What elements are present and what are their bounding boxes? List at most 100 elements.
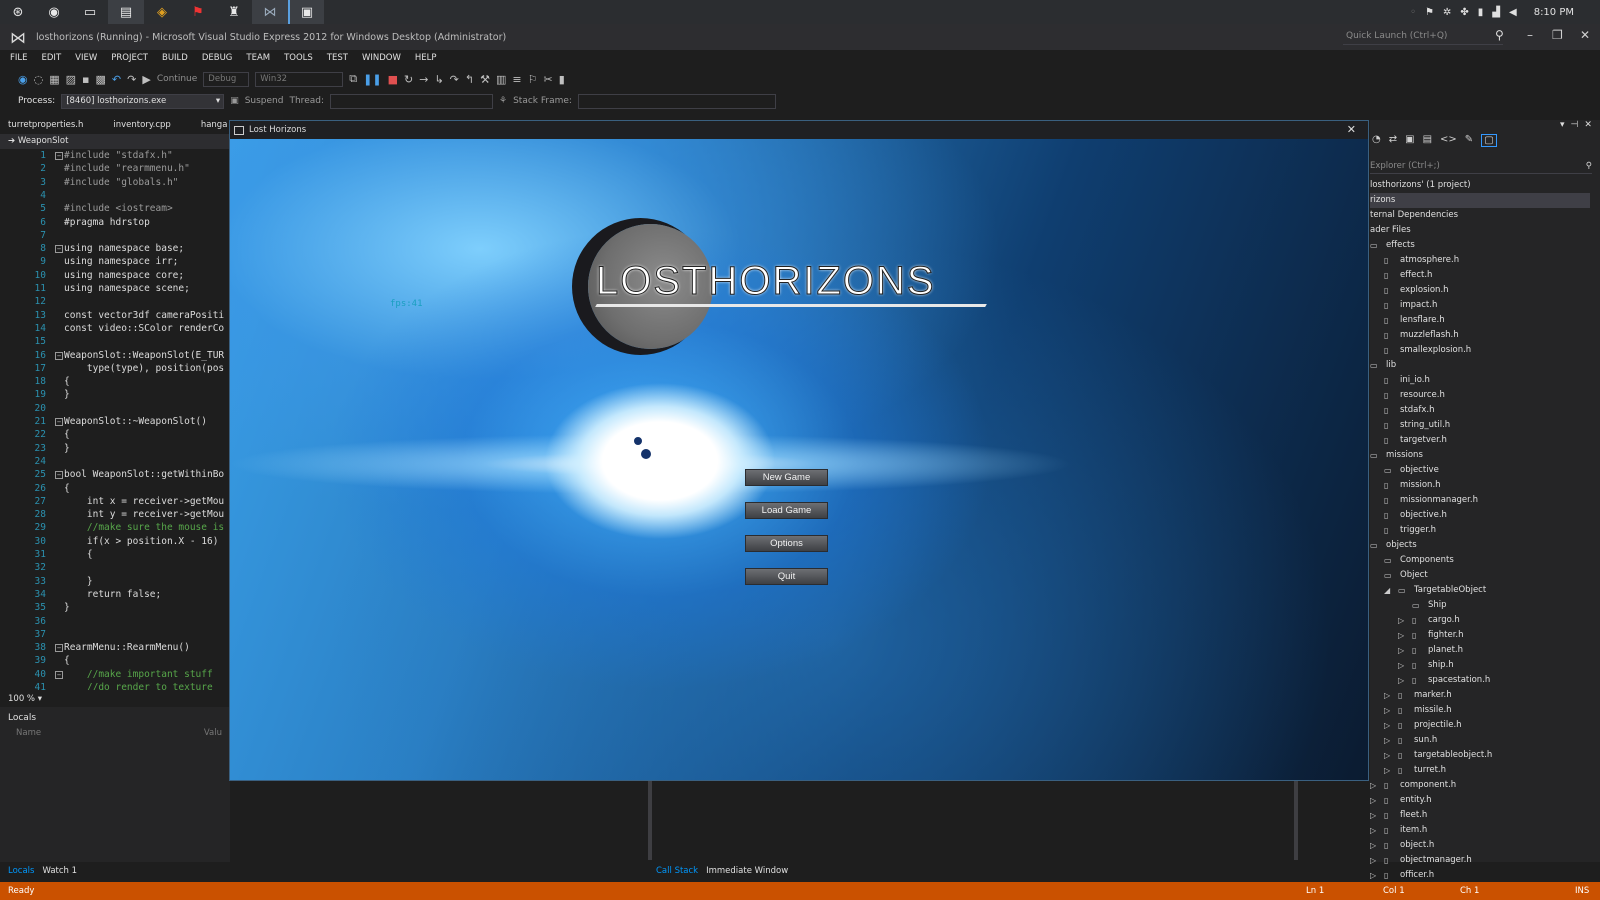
tree-item[interactable]: ▭ effects: [1370, 238, 1590, 253]
game-window-titlebar[interactable]: Lost Horizons ✕: [230, 121, 1368, 139]
threads-icon[interactable]: ▥: [496, 73, 506, 86]
code-line[interactable]: #pragma hdrstop: [64, 217, 150, 228]
preview-icon[interactable]: ▢: [1481, 134, 1497, 147]
tree-item[interactable]: ▷ ▯ marker.h: [1370, 688, 1590, 703]
code-line[interactable]: using namespace scene;: [64, 283, 190, 294]
tree-item[interactable]: ▷ ▯ fleet.h: [1370, 808, 1590, 823]
code-line[interactable]: #include "stdafx.h": [64, 150, 173, 161]
tree-item[interactable]: ▷ ▯ ship.h: [1370, 658, 1590, 673]
close-icon[interactable]: ✕: [1347, 123, 1356, 136]
collapsed-arrow-icon[interactable]: ▷: [1384, 748, 1390, 763]
restore-icon[interactable]: ❐: [1552, 28, 1563, 42]
sync-icon[interactable]: ◔: [1372, 134, 1381, 147]
code-line[interactable]: using namespace base;: [64, 243, 184, 254]
code-line[interactable]: const video::SColor renderCo: [64, 323, 224, 334]
fold-toggle-icon[interactable]: −: [55, 152, 63, 160]
process-dropdown[interactable]: [8460] losthorizons.exe ▾: [61, 93, 225, 109]
collapsed-arrow-icon[interactable]: ▷: [1384, 718, 1390, 733]
save-all-icon[interactable]: ▩: [96, 73, 106, 86]
tree-item[interactable]: ▯ stdafx.h: [1370, 403, 1590, 418]
code-line[interactable]: WeaponSlot::WeaponSlot(E_TUR: [64, 350, 224, 361]
quick-launch-input[interactable]: Quick Launch (Ctrl+Q): [1343, 28, 1503, 45]
game-canvas[interactable]: LOSTHORIZONS fps:41 New Game Load Game O…: [230, 139, 1368, 780]
tree-item[interactable]: ▭ objects: [1370, 538, 1590, 553]
collapsed-arrow-icon[interactable]: ▷: [1398, 673, 1404, 688]
step-icon[interactable]: →: [419, 73, 428, 86]
volume-icon[interactable]: ◀: [1509, 7, 1517, 18]
code-line[interactable]: }: [64, 389, 70, 400]
collapse-icon[interactable]: ▣: [1405, 134, 1414, 147]
menu-window[interactable]: WINDOW: [362, 51, 401, 66]
collapsed-arrow-icon[interactable]: ▷: [1370, 868, 1376, 883]
tree-item[interactable]: ▯ muzzleflash.h: [1370, 328, 1590, 343]
redo-icon[interactable]: ↷: [127, 73, 136, 86]
signal-icon[interactable]: ▟: [1492, 7, 1500, 18]
menu-tools[interactable]: TOOLS: [284, 51, 313, 66]
tree-item[interactable]: losthorizons' (1 project): [1370, 178, 1590, 193]
tree-item[interactable]: ▷ ▯ component.h: [1370, 778, 1590, 793]
tree-item[interactable]: ▭ Object: [1370, 568, 1590, 583]
back-icon[interactable]: ◉: [18, 73, 28, 86]
battery-icon[interactable]: ▮: [1478, 7, 1484, 18]
tree-item[interactable]: ▭ lib: [1370, 358, 1590, 373]
tree-item[interactable]: ▷ ▯ sun.h: [1370, 733, 1590, 748]
code-line[interactable]: int x = receiver->getMou: [64, 496, 224, 507]
clock[interactable]: 8:10 PM: [1534, 7, 1574, 18]
tree-item[interactable]: ▷ ▯ fighter.h: [1370, 628, 1590, 643]
load-game-button[interactable]: Load Game: [745, 502, 828, 519]
code-line[interactable]: #include "rearmmenu.h": [64, 163, 190, 174]
collapsed-arrow-icon[interactable]: ▷: [1398, 658, 1404, 673]
hex-icon[interactable]: ⚒: [480, 73, 490, 86]
collapsed-arrow-icon[interactable]: ▷: [1398, 628, 1404, 643]
tree-item[interactable]: ▷ ▯ spacestation.h: [1370, 673, 1590, 688]
tree-item[interactable]: ▷ ▯ item.h: [1370, 823, 1590, 838]
menu-view[interactable]: VIEW: [75, 51, 97, 66]
bookmark-icon[interactable]: ⚐: [528, 73, 538, 86]
tree-item[interactable]: ▯ missionmanager.h: [1370, 493, 1590, 508]
tree-item[interactable]: ▯ trigger.h: [1370, 523, 1590, 538]
forward-icon[interactable]: ◌: [34, 73, 44, 86]
code-line[interactable]: {: [64, 429, 70, 440]
dropdown-icon[interactable]: ▾: [1560, 120, 1565, 130]
menu-help[interactable]: HELP: [415, 51, 437, 66]
collapsed-arrow-icon[interactable]: ▷: [1370, 853, 1376, 868]
code-line[interactable]: //make important stuff: [64, 669, 213, 680]
collapsed-arrow-icon[interactable]: ▷: [1370, 808, 1376, 823]
tab-call-stack[interactable]: Call Stack: [656, 864, 698, 878]
tab-immediate-window[interactable]: Immediate Window: [706, 864, 788, 878]
value-column-header[interactable]: Valu: [204, 728, 222, 738]
code-line[interactable]: using namespace irr;: [64, 256, 178, 267]
fold-toggle-icon[interactable]: −: [55, 644, 63, 653]
options-button[interactable]: Options: [745, 535, 828, 552]
code-editor[interactable]: 1− #include "stdafx.h" 2 #include "rearmmen…: [0, 150, 230, 690]
code-line[interactable]: int y = receiver->getMou: [64, 509, 224, 520]
solution-search-input[interactable]: Explorer (Ctrl+;) ⚲: [1370, 158, 1592, 174]
tree-item[interactable]: ◢ ▭ TargetableObject: [1370, 583, 1590, 598]
properties-icon[interactable]: ✎: [1465, 134, 1473, 147]
comment-icon[interactable]: ≡: [512, 73, 521, 86]
menu-team[interactable]: TEAM: [246, 51, 270, 66]
code-line[interactable]: RearmMenu::RearmMenu(): [64, 642, 190, 653]
name-column-header[interactable]: Name: [16, 728, 41, 738]
open-icon[interactable]: ▨: [66, 73, 76, 86]
filter-icon[interactable]: ⚘: [499, 96, 507, 106]
explorer-icon[interactable]: ▭: [72, 0, 108, 24]
restart-icon[interactable]: ↻: [404, 73, 413, 86]
save-icon[interactable]: ▪: [82, 73, 89, 86]
pause-icon[interactable]: ❚❚: [363, 73, 381, 86]
fold-toggle-icon[interactable]: −: [55, 418, 63, 426]
tree-item[interactable]: ▯ string_util.h: [1370, 418, 1590, 433]
step-over-icon[interactable]: ↷: [450, 73, 459, 86]
show-files-icon[interactable]: ▤: [1423, 134, 1432, 147]
tree-item[interactable]: ▯ objective.h: [1370, 508, 1590, 523]
quit-button[interactable]: Quit: [745, 568, 828, 585]
code-line[interactable]: bool WeaponSlot::getWithinBo: [64, 469, 224, 480]
step-out-icon[interactable]: ↰: [465, 73, 474, 86]
game-window-icon[interactable]: ▣: [288, 0, 324, 24]
code-line[interactable]: #include "globals.h": [64, 177, 178, 188]
undo-icon[interactable]: ↶: [112, 73, 121, 86]
code-line[interactable]: {: [64, 376, 70, 387]
tree-item[interactable]: ▷ ▯ officer.h: [1370, 868, 1590, 883]
tree-item[interactable]: ▯ targetver.h: [1370, 433, 1590, 448]
code-line[interactable]: #include <iostream>: [64, 203, 173, 214]
